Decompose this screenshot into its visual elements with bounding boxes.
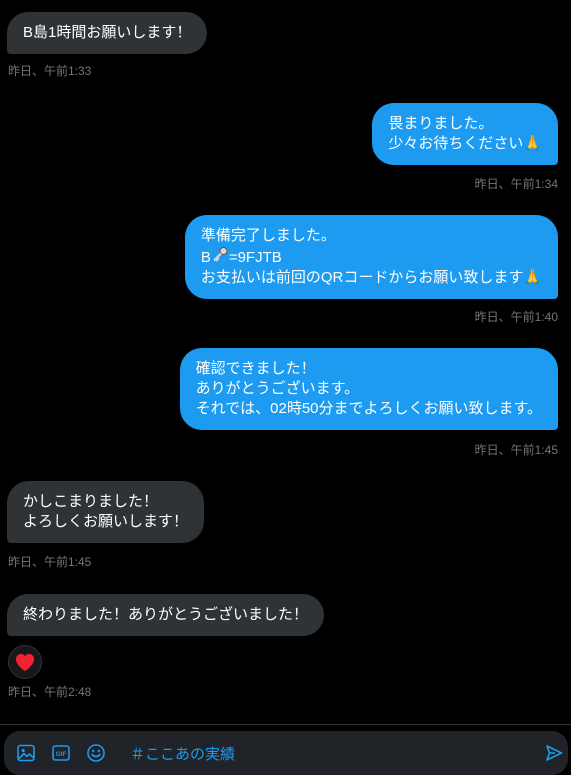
message-bubble-outgoing[interactable]: 確認できました！ ありがとうございます。 それでは、02時50分までよろしくお願… (179, 348, 558, 430)
send-icon[interactable] (544, 743, 564, 763)
message-text: よろしくお願いします！ (23, 513, 189, 530)
message-text: 終わりました！ありがとうございました！ (23, 606, 309, 623)
message-bubble-outgoing[interactable]: 畏まりました。 少々お待ちください🙏 (372, 103, 558, 165)
message-timestamp: 昨日、午前1:34 (474, 177, 558, 191)
message-text: B (200, 249, 211, 266)
emoji-icon[interactable] (86, 743, 106, 763)
heart-icon (15, 653, 35, 672)
message-text: かしこまりました！ (23, 493, 159, 510)
message-bubble-outgoing[interactable]: 準備完了しました。 B =9FJTB お支払いは前回のQRコードからお願い致します… (184, 215, 558, 299)
message-timestamp: 昨日、午前1:45 (474, 443, 558, 457)
message-text: 確認できました！ (195, 360, 316, 377)
message-bubble-incoming[interactable]: かしこまりました！ よろしくお願いします！ (7, 481, 205, 543)
message-timestamp: 昨日、午前2:48 (8, 685, 92, 699)
message-text: 少々お待ちください🙏 (388, 135, 542, 152)
message-bubble-incoming[interactable]: 終わりました！ありがとうございました！ (7, 594, 325, 636)
composer-divider (0, 724, 571, 725)
svg-text:GIF: GIF (56, 751, 67, 758)
message-timestamp: 昨日、午前1:33 (8, 64, 92, 78)
heart-reaction[interactable] (8, 645, 42, 679)
message-text: お支払いは前回のQRコードからお願い致します🙏 (200, 269, 542, 286)
message-timestamp: 昨日、午前1:45 (8, 555, 92, 569)
message-composer: GIF (4, 731, 568, 775)
message-text: 畏まりました。 (388, 115, 494, 132)
message-text: それでは、02時50分までよろしくお願い致します。 (195, 400, 542, 417)
message-input[interactable] (130, 739, 510, 767)
image-icon[interactable] (16, 743, 36, 763)
message-text: =9FJTB (228, 249, 282, 266)
message-bubble-incoming[interactable]: B島1時間お願いします！ (7, 12, 208, 54)
message-text: B島1時間お願いします！ (23, 24, 192, 41)
key-icon (213, 247, 228, 262)
message-text-key-line: B =9FJTB (201, 246, 542, 268)
message-text: ありがとうございます。 (195, 380, 360, 397)
message-text: 準備完了しました。 (200, 227, 336, 244)
gif-icon[interactable]: GIF (51, 743, 71, 763)
message-timestamp: 昨日、午前1:40 (474, 310, 558, 324)
